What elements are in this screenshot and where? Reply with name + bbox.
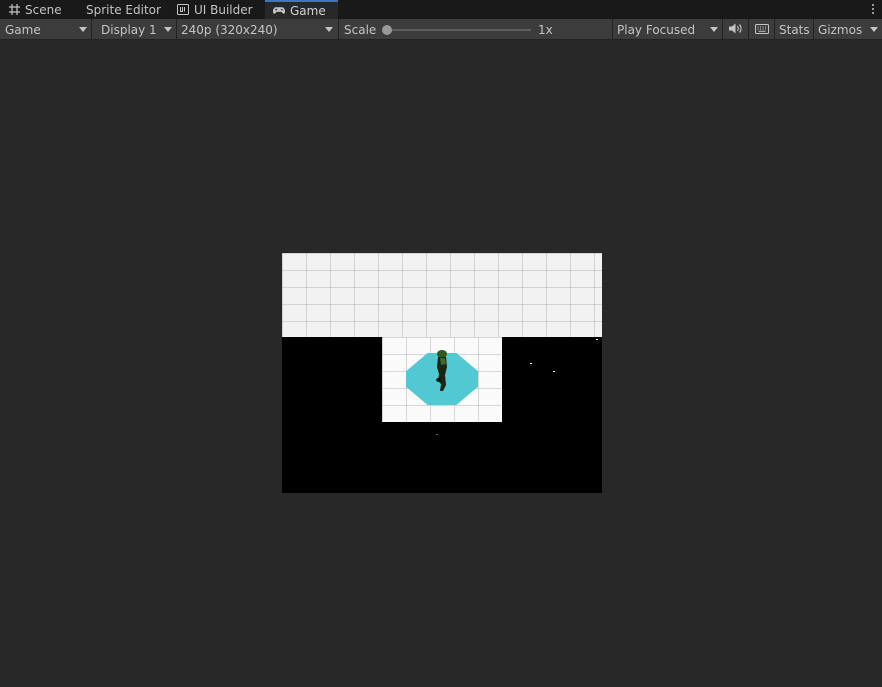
tab-label: Sprite Editor [86,2,161,17]
resolution-value: 240p (320x240) [181,22,278,37]
tab-ui-builder[interactable]: UI Builder [169,0,261,19]
floor-tiles-top [282,253,602,337]
sparkle [596,339,598,340]
gizmos-dropdown[interactable]: Gizmos [813,19,882,40]
chevron-down-icon [79,27,87,32]
tab-scene[interactable]: Scene [0,0,70,19]
stats-label: Stats [779,22,810,37]
display-dropdown[interactable]: Display 1 [96,19,176,40]
divider [91,19,92,40]
gamepad-icon [273,5,285,17]
player-character [436,350,447,391]
game-viewport[interactable] [282,253,602,493]
stats-button[interactable]: Stats [779,19,810,40]
chevron-down-icon [870,27,878,32]
ui-builder-icon [177,4,189,16]
scale-value: 1x [538,19,553,40]
chevron-down-icon [164,27,172,32]
tab-sprite-editor[interactable]: Sprite Editor [78,0,169,19]
divider [338,19,339,40]
scale-label-text: Scale [344,22,377,37]
view-mode-dropdown[interactable]: Game [0,19,91,40]
grid-icon [8,4,20,16]
scale-slider-track[interactable] [385,29,531,31]
scale-label: Scale [344,19,376,40]
chevron-down-icon [710,27,718,32]
more-options-icon[interactable] [869,2,877,16]
tab-label: UI Builder [194,2,253,17]
view-mode-value: Game [5,22,41,37]
play-mode-value: Play Focused [617,22,696,37]
speaker-icon [729,23,742,37]
tab-bar: Scene Sprite Editor UI Builder Game [0,0,882,19]
sparkle [530,363,532,364]
mute-audio-button[interactable] [723,19,748,40]
play-mode-dropdown[interactable]: Play Focused [612,19,722,40]
divider [774,19,775,40]
scale-value-text: 1x [538,22,553,37]
display-value: Display 1 [101,22,157,37]
tab-game[interactable]: Game [265,0,338,19]
resolution-dropdown[interactable]: 240p (320x240) [176,19,337,40]
scale-slider-handle[interactable] [382,25,392,35]
sparkle [553,371,555,372]
gizmos-label: Gizmos [818,22,863,37]
chevron-down-icon [325,27,333,32]
tab-label: Scene [25,2,62,17]
sparkle [436,434,438,435]
keyboard-button[interactable] [749,19,774,40]
tab-label: Game [290,3,326,18]
keyboard-icon [754,23,769,37]
